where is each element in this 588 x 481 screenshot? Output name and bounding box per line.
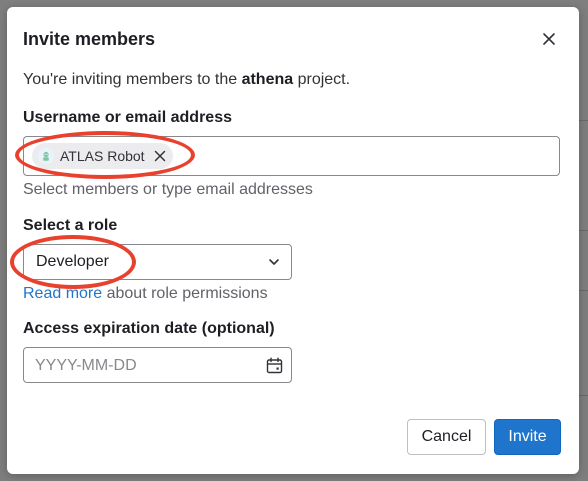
role-help-text: Read more about role permissions: [23, 284, 268, 304]
invite-button[interactable]: Invite: [494, 419, 561, 455]
invite-members-dialog: Invite members You're inviting members t…: [7, 7, 579, 474]
invite-intro: You're inviting members to the athena pr…: [23, 70, 350, 90]
dialog-header: Invite members: [23, 25, 563, 53]
robot-avatar-icon: [38, 148, 54, 164]
backdrop-divider: [578, 290, 588, 291]
expiration-field-label: Access expiration date (optional): [23, 320, 275, 337]
members-field-label: Username or email address: [23, 109, 232, 126]
role-help-suffix: about role permissions: [102, 285, 268, 302]
member-token-label: ATLAS Robot: [60, 148, 145, 164]
project-name: athena: [241, 71, 294, 88]
role-selected-value: Developer: [36, 253, 109, 270]
close-icon: [154, 150, 165, 162]
members-token-input[interactable]: ATLAS Robot: [23, 136, 560, 176]
intro-suffix: project.: [293, 71, 351, 88]
expiration-date-input[interactable]: [35, 356, 255, 376]
token-remove-button[interactable]: [153, 149, 167, 163]
member-token: ATLAS Robot: [32, 143, 173, 169]
close-icon: [543, 33, 555, 45]
dialog-title: Invite members: [23, 29, 156, 49]
role-field-label: Select a role: [23, 217, 118, 234]
backdrop-divider: [578, 395, 588, 396]
expiration-date-field[interactable]: [23, 347, 292, 383]
backdrop-divider: [578, 230, 588, 231]
cancel-button[interactable]: Cancel: [407, 419, 486, 455]
chevron-down-icon: [269, 259, 279, 265]
backdrop-divider: [578, 120, 588, 121]
members-help-text: Select members or type email addresses: [23, 181, 313, 198]
intro-prefix: You're inviting members to the: [23, 71, 242, 88]
read-more-link[interactable]: Read more: [23, 285, 102, 302]
role-select[interactable]: Developer: [23, 244, 292, 280]
close-button[interactable]: [535, 25, 563, 53]
calendar-icon[interactable]: [266, 357, 283, 374]
